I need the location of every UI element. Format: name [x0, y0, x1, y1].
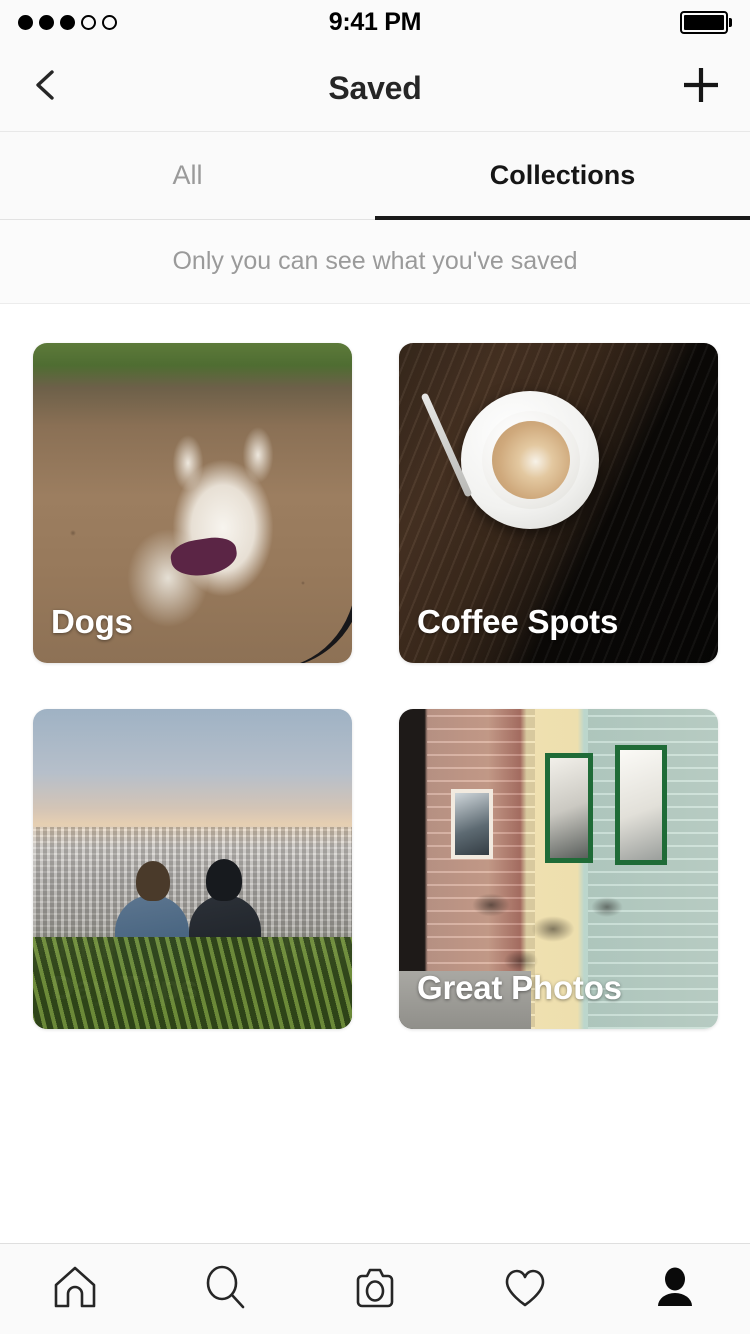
status-bar-time: 9:41 PM	[328, 7, 422, 36]
left-window-detail	[451, 789, 493, 859]
nav-header: Saved	[0, 44, 750, 132]
person-right-head-detail	[206, 859, 242, 901]
tab-collections[interactable]: Collections	[375, 132, 750, 220]
foliage-shadow-detail	[455, 881, 645, 989]
middle-window-detail	[545, 753, 593, 863]
collection-title: Coffee Spots	[417, 603, 619, 640]
heart-icon	[499, 1261, 551, 1318]
tab-camera[interactable]	[300, 1261, 450, 1318]
collection-title: Dogs	[51, 603, 133, 640]
collection-card[interactable]: Coffee Spots	[399, 343, 718, 663]
right-window-detail	[615, 745, 667, 865]
tab-all[interactable]: All	[0, 132, 375, 219]
status-bar: 9:41 PM	[0, 0, 750, 44]
camera-icon	[349, 1261, 401, 1318]
collection-card[interactable]: Dogs	[33, 343, 352, 663]
search-icon	[199, 1261, 251, 1318]
tab-collections-label: Collections	[489, 160, 636, 190]
privacy-notice-text: Only you can see what you've saved	[172, 247, 578, 275]
person-left-head-detail	[136, 861, 170, 901]
collection-card[interactable]: Day Trips	[33, 709, 352, 1029]
tab-activity[interactable]	[450, 1261, 600, 1318]
tab-profile[interactable]	[600, 1261, 750, 1318]
home-icon	[49, 1261, 101, 1318]
collection-card[interactable]: Great Photos	[399, 709, 718, 1029]
tab-search[interactable]	[150, 1261, 300, 1318]
tab-all-label: All	[172, 160, 203, 190]
privacy-notice: Only you can see what you've saved	[0, 220, 750, 304]
grass-detail	[33, 937, 352, 1029]
bottom-tab-bar	[0, 1243, 750, 1334]
collections-grid: Dogs Coffee Spots Day Trips	[33, 343, 718, 1029]
page-title: Saved	[328, 69, 422, 106]
dog-leash-detail	[223, 504, 352, 663]
tab-home[interactable]	[0, 1261, 150, 1318]
crema-detail	[492, 421, 570, 499]
profile-icon	[649, 1261, 701, 1318]
saved-tabs: All Collections	[0, 132, 750, 220]
collections-content: Dogs Coffee Spots Day Trips	[0, 304, 750, 1029]
